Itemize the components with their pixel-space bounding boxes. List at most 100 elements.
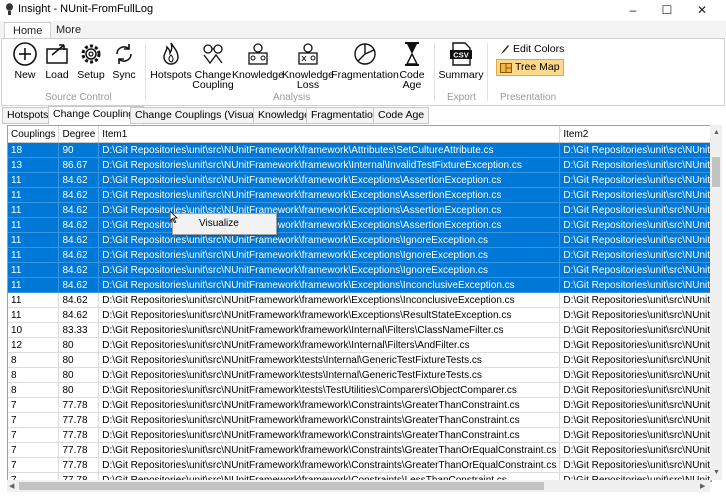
cell-couplings: 7 [8,442,60,458]
load-button[interactable]: Load [42,41,72,80]
table-row[interactable]: 7 77.78 D:\Git Repositories\unit\src\NUnit… [8,412,711,428]
minimize-button[interactable]: – [616,0,650,20]
cell-item2: D:\Git Repositories\unit\src\NUnitFramew… [559,322,711,338]
coupling-icon [203,44,223,65]
horizontal-scroll-thumb[interactable] [19,482,544,490]
code-age-button[interactable]: Code Age [398,41,426,90]
cell-item2: D:\Git Repositories\unit\src\NUnitFramew… [559,172,711,188]
close-button[interactable]: ✕ [685,0,719,20]
cell-item2: D:\Git Repositories\unit\src\NUnitFramew… [559,232,711,248]
table-row[interactable]: 11 84.62 D:\Git Repositories\unit\src\NUni… [8,292,711,308]
horizontal-scrollbar[interactable]: ◀ ▶ [7,480,710,492]
table-row[interactable]: 11 84.62 D:\Git Repositories\unit\src\NUni… [8,247,711,263]
edit-colors-button[interactable]: Edit Colors [496,42,567,57]
tree-map-button[interactable]: Tree Map [496,59,564,76]
cell-degree: 77.78 [58,457,100,473]
plus-circle-icon [13,42,37,66]
cell-item2: D:\Git Repositories\unit\src\NUnitFramew… [559,337,711,353]
cell-item2: D:\Git Repositories\unit\src\NUnitFramew… [559,307,711,323]
fragmentation-button[interactable]: Fragmentation [331,41,399,80]
new-button[interactable]: New [10,41,40,80]
ribbon: New Load Setup Sync Source Control Hotsp… [1,38,725,106]
cell-item1: D:\Git Repositories\unit\src\NUnitFramew… [98,382,561,398]
knowledge-loss-button[interactable]: Knowledge Loss [282,41,334,90]
table-row[interactable]: 11 84.62 D:\Git Repositories\unit\src\NUni… [8,262,711,278]
column-header-couplings[interactable]: Couplings [8,126,60,143]
scroll-right-arrow-icon[interactable]: ▶ [700,482,705,490]
column-header-degree[interactable]: Degree [58,126,100,143]
cell-degree: 86.67 [58,157,100,173]
hotspots-button[interactable]: Hotspots [150,41,192,80]
couplings-table-body: Couplings Degree Item1 Item2 18 90 D:\Git … [8,126,711,481]
table-row[interactable]: 7 77.78 D:\Git Repositories\unit\src\NUnit… [8,442,711,458]
group-label-export: Export [447,92,476,103]
scroll-up-arrow-icon[interactable]: ▲ [713,129,720,136]
cell-couplings: 11 [8,217,60,233]
scroll-down-arrow-icon[interactable]: ▼ [713,469,720,476]
group-separator [434,43,435,101]
cell-degree: 77.78 [58,442,100,458]
cell-couplings: 18 [8,142,60,158]
sync-button[interactable]: Sync [110,41,138,80]
table-row[interactable]: 11 84.62 D:\Git Repositories\unit\src\NUni… [8,187,711,203]
ribbon-tab-more[interactable]: More [48,22,89,39]
cell-degree: 84.62 [58,262,100,278]
group-label-source-control: Source Control [45,92,112,103]
table-row[interactable]: 11 84.62 D:\Git Repositories\unit\src\NUni… [8,172,711,188]
cell-couplings: 11 [8,247,60,263]
cell-item1: D:\Git Repositories\unit\src\NUnitFramew… [98,157,561,173]
cell-item1: D:\Git Repositories\unit\src\NUnitFramew… [98,397,561,413]
cell-degree: 80 [58,337,100,353]
tab-hotspots[interactable]: Hotspots [2,107,54,124]
svg-text:CSV: CSV [453,51,468,60]
code-age-label: Code Age [399,69,425,91]
cell-degree: 84.62 [58,292,100,308]
table-row[interactable]: 8 80 D:\Git Repositories\unit\src\NUnitFra… [8,382,711,398]
table-row[interactable]: 11 84.62 D:\Git Repositories\unit\src\NUni… [8,202,711,218]
cell-degree: 77.78 [58,397,100,413]
knowledge-button[interactable]: Knowledge [232,41,284,80]
column-header-item1[interactable]: Item1 [98,126,561,143]
table-row[interactable]: 7 77.78 D:\Git Repositories\unit\src\NUnit… [8,457,711,473]
vertical-scroll-thumb[interactable] [712,157,720,187]
tab-code-age[interactable]: Code Age [373,107,430,124]
flame-icon [163,42,179,65]
table-row[interactable]: 12 80 D:\Git Repositories\unit\src\NUnitFr… [8,337,711,353]
cell-couplings: 7 [8,412,60,428]
summary-button[interactable]: CSV Summary [438,41,484,81]
cell-item1: D:\Git Repositories\unit\src\NUnitFramew… [98,202,561,218]
scroll-left-arrow-icon[interactable]: ◀ [9,482,14,490]
table-row[interactable]: 11 84.62 D:\Git Repositories\unit\src\NUni… [8,232,711,248]
gear-icon [81,44,101,64]
table-row[interactable]: 11 84.62 D:\Git Repositories\unit\src\NUni… [8,217,711,233]
maximize-button[interactable]: ☐ [650,0,684,20]
table-row[interactable]: 10 83.33 D:\Git Repositories\unit\src\NUni… [8,322,711,338]
cell-couplings: 13 [8,157,60,173]
couplings-table[interactable]: Couplings Degree Item1 Item2 18 90 D:\Git … [7,125,712,482]
cell-item2: D:\Git Repositories\unit\src\NUnitFramew… [559,142,711,158]
knowledge-icon [248,43,268,65]
table-row[interactable]: 13 86.67 D:\Git Repositories\unit\src\NUni… [8,157,711,173]
change-coupling-button[interactable]: Change Coupling [192,41,234,90]
table-row[interactable]: 7 77.78 D:\Git Repositories\unit\src\NUnit… [8,397,711,413]
table-row[interactable]: 7 77.78 D:\Git Repositories\unit\src\NUnit… [8,427,711,443]
cell-item2: D:\Git Repositories\unit\src\NUnitFramew… [559,397,711,413]
cell-degree: 77.78 [58,412,100,428]
column-header-item2[interactable]: Item2 [559,126,711,143]
tree-map-icon [500,62,512,73]
cell-item2: D:\Git Repositories\unit\src\NUnitFramew… [559,277,711,293]
cell-item1: D:\Git Repositories\unit\src\NUnitFramew… [98,187,561,203]
summary-label: Summary [438,69,484,81]
cell-item2: D:\Git Repositories\unit\src\NUnitFramew… [559,262,711,278]
table-row[interactable]: 8 80 D:\Git Repositories\unit\src\NUnitFra… [8,352,711,368]
table-row[interactable]: 18 90 D:\Git Repositories\unit\src\NUnitFr… [8,142,711,158]
table-row[interactable]: 11 84.62 D:\Git Repositories\unit\src\NUni… [8,277,711,293]
context-menu-item-visualize[interactable]: Visualize [199,218,239,229]
group-separator [145,43,146,101]
table-row[interactable]: 11 84.62 D:\Git Repositories\unit\src\NUni… [8,307,711,323]
cell-couplings: 7 [8,397,60,413]
vertical-scrollbar[interactable]: ▲ ▼ [710,125,722,480]
cell-couplings: 11 [8,172,60,188]
table-row[interactable]: 8 80 D:\Git Repositories\unit\src\NUnitFra… [8,367,711,383]
setup-button[interactable]: Setup [75,41,107,80]
